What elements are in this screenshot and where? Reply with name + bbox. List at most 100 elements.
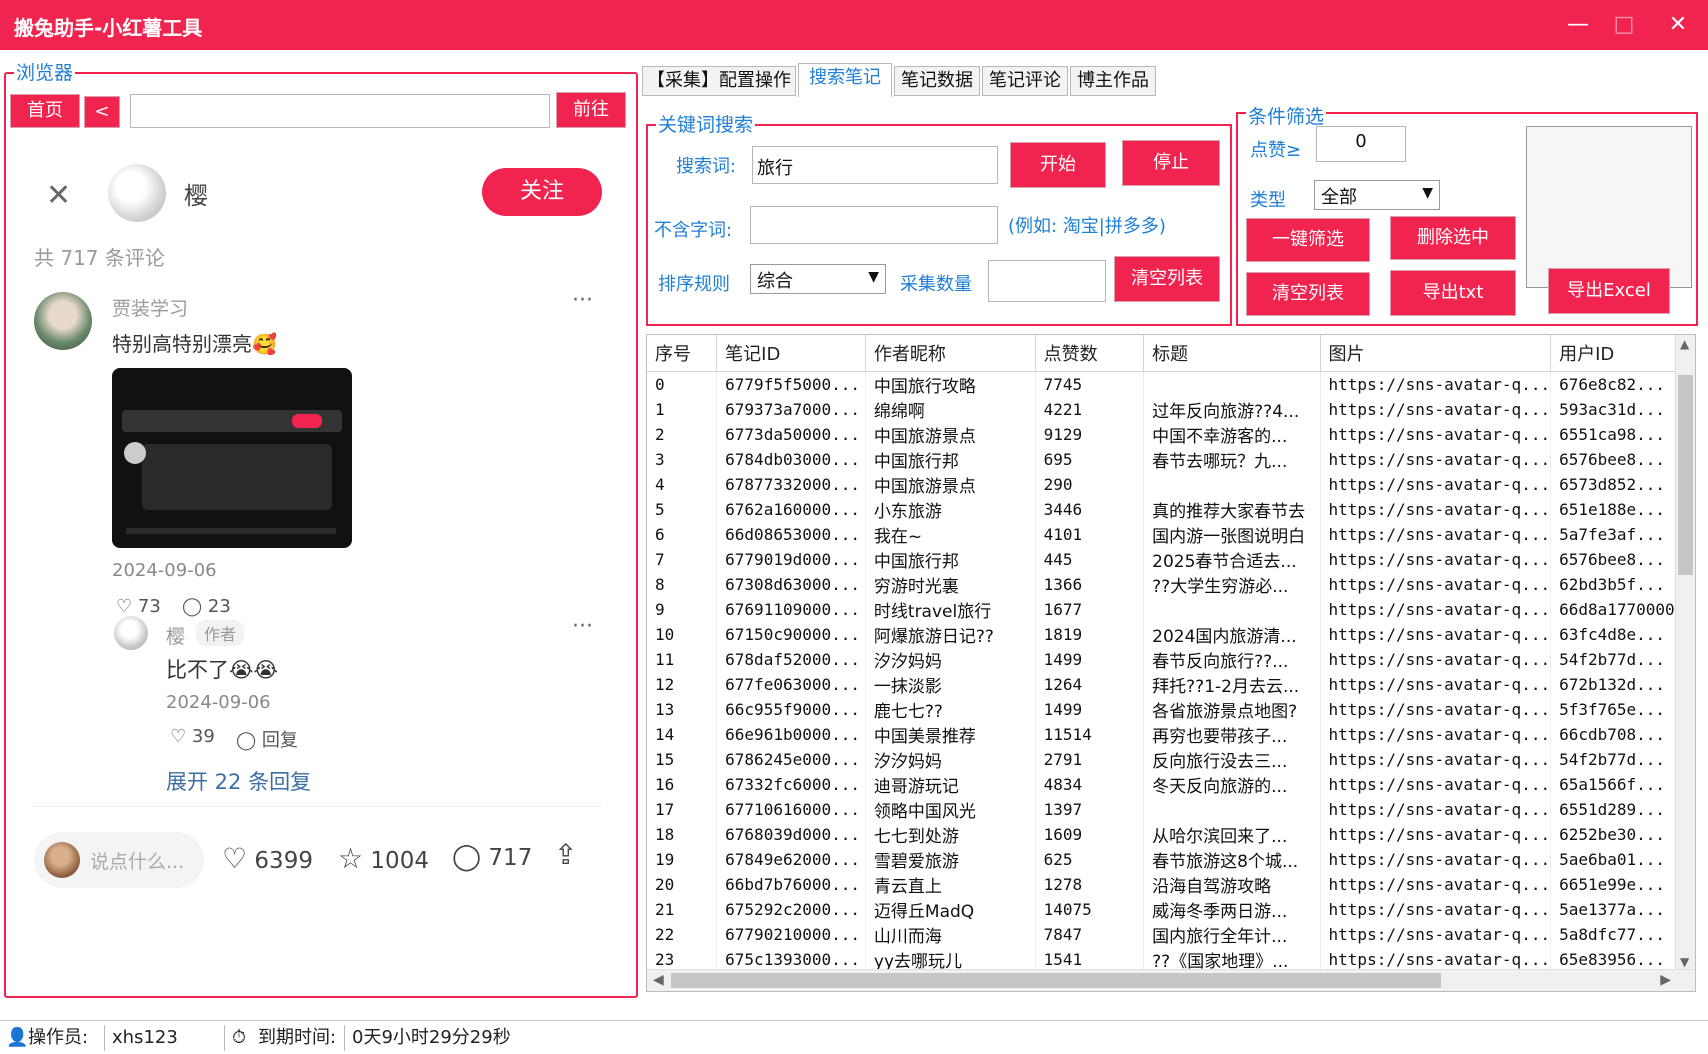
commenter-name[interactable]: 贾装学习 [112, 294, 188, 321]
table-cell[interactable]: 66d8a177000000 [1550, 596, 1695, 622]
table-row[interactable]: 1 679373a7000... 绵绵啊 4221 过年反向旅游??4... https:… [647, 396, 1695, 422]
table-row[interactable]: 15 6786245e000... 汐汐妈妈 2791 反向旅行没去三... https:… [647, 746, 1695, 772]
column-header[interactable]: 序号 [647, 335, 718, 372]
column-header[interactable]: 点赞数 [1035, 335, 1145, 372]
column-header[interactable]: 作者昵称 [865, 335, 1036, 372]
table-cell[interactable]: 2025春节合适去... [1143, 546, 1321, 572]
table-cell[interactable]: 290 [1035, 471, 1145, 497]
expand-replies-link[interactable]: 展开 22 条回复 [166, 766, 311, 796]
table-cell[interactable]: 6576bee8... [1550, 546, 1695, 572]
table-cell[interactable]: 中国旅游景点 [865, 471, 1036, 497]
table-cell[interactable]: 2791 [1035, 746, 1145, 772]
table-cell[interactable]: 62bd3b5f... [1550, 571, 1695, 597]
table-cell[interactable]: 9 [647, 596, 718, 622]
table-cell[interactable]: 山川而海 [865, 921, 1036, 947]
likes-filter-input[interactable]: 0 [1316, 126, 1406, 162]
table-cell[interactable]: 678daf52000... [716, 646, 866, 672]
table-cell[interactable]: 领略中国风光 [865, 796, 1036, 822]
tab-blogger-works[interactable]: 博主作品 [1070, 66, 1156, 96]
table-cell[interactable]: 6 [647, 521, 718, 547]
table-row[interactable]: 10 67150c90000... 阿爆旅游日记?? 1819 2024国内旅游清...… [647, 621, 1695, 647]
table-cell[interactable]: 9129 [1035, 421, 1145, 447]
table-row[interactable]: 2 6773da50000... 中国旅游景点 9129 中国不幸游客的... https… [647, 421, 1695, 447]
table-cell[interactable]: 5 [647, 496, 718, 522]
table-cell[interactable]: 66c955f9000... [716, 696, 866, 722]
table-cell[interactable]: 65e83956... [1550, 946, 1695, 972]
reply-more-icon[interactable]: ··· [572, 614, 593, 639]
table-row[interactable]: 21 675292c2000... 迈得丘MadQ 14075 威海冬季两日游... ht… [647, 896, 1695, 922]
table-cell[interactable]: 6773da50000... [716, 421, 866, 447]
maximize-button[interactable]: □ [1604, 8, 1644, 42]
table-row[interactable]: 0 6779f5f5000... 中国旅行攻略 7745 https://sns-ava… [647, 371, 1695, 397]
table-cell[interactable]: 67790210000... [716, 921, 866, 947]
minimize-button[interactable]: — [1558, 8, 1598, 42]
table-cell[interactable]: 阿爆旅游日记?? [865, 621, 1036, 647]
home-button[interactable]: 首页 [10, 94, 80, 128]
table-cell[interactable]: 真的推荐大家春节去 [1143, 496, 1321, 522]
scroll-down-icon[interactable]: ▼ [1680, 955, 1689, 969]
table-row[interactable]: 9 67691109000... 时线travel旅行 1677 https://sns… [647, 596, 1695, 622]
table-cell[interactable]: 6762a160000... [716, 496, 866, 522]
table-cell[interactable] [1143, 471, 1321, 497]
table-cell[interactable]: https://sns-avatar-q... [1320, 546, 1552, 572]
table-cell[interactable]: 6576bee8... [1550, 446, 1695, 472]
table-cell[interactable]: https://sns-avatar-q... [1320, 596, 1552, 622]
reply-avatar[interactable] [114, 616, 148, 650]
tab-config[interactable]: 【采集】配置操作 [642, 66, 796, 96]
table-cell[interactable]: 67849e62000... [716, 846, 866, 872]
tab-note-comments[interactable]: 笔记评论 [982, 66, 1068, 96]
table-cell[interactable]: 中国旅行攻略 [865, 371, 1036, 397]
table-cell[interactable]: ??《国家地理》... [1143, 946, 1321, 972]
table-cell[interactable]: 5ae1377a... [1550, 896, 1695, 922]
table-cell[interactable]: 6252be30... [1550, 821, 1695, 847]
table-cell[interactable]: 时线travel旅行 [865, 596, 1036, 622]
table-cell[interactable]: 54f2b77d... [1550, 646, 1695, 672]
table-cell[interactable]: 一抹淡影 [865, 671, 1036, 697]
table-cell[interactable]: 14075 [1035, 896, 1145, 922]
table-cell[interactable]: https://sns-avatar-q... [1320, 921, 1552, 947]
column-header[interactable]: 标题 [1143, 335, 1321, 372]
table-cell[interactable]: 19 [647, 846, 718, 872]
note-star-button[interactable]: ☆ 1004 [338, 842, 429, 875]
table-cell[interactable]: 3 [647, 446, 718, 472]
go-button[interactable]: 前往 [556, 92, 626, 128]
table-cell[interactable]: 反向旅行没去三... [1143, 746, 1321, 772]
table-cell[interactable]: 67877332000... [716, 471, 866, 497]
table-row[interactable]: 22 67790210000... 山川而海 7847 国内旅行全年计... https:… [647, 921, 1695, 947]
scroll-right-icon[interactable]: ▶ [1660, 972, 1671, 988]
table-cell[interactable]: https://sns-avatar-q... [1320, 646, 1552, 672]
column-header[interactable]: 用户ID [1550, 335, 1695, 372]
column-header[interactable]: 图片 [1320, 335, 1552, 372]
table-cell[interactable]: 从哈尔滨回来了... [1143, 821, 1321, 847]
table-cell[interactable]: https://sns-avatar-q... [1320, 946, 1552, 972]
table-cell[interactable]: 4101 [1035, 521, 1145, 547]
one-key-filter-button[interactable]: 一键筛选 [1246, 218, 1370, 262]
table-cell[interactable]: 7 [647, 546, 718, 572]
table-cell[interactable]: 0 [647, 371, 718, 397]
table-cell[interactable]: 4 [647, 471, 718, 497]
table-cell[interactable]: 5f3f765e... [1550, 696, 1695, 722]
commenter-avatar[interactable] [34, 292, 92, 350]
table-cell[interactable]: 651e188e... [1550, 496, 1695, 522]
reply-like-button[interactable]: ♡ 39 [170, 726, 215, 747]
table-cell[interactable]: 中国不幸游客的... [1143, 421, 1321, 447]
table-cell[interactable]: https://sns-avatar-q... [1320, 846, 1552, 872]
table-cell[interactable]: 7745 [1035, 371, 1145, 397]
table-cell[interactable]: 1541 [1035, 946, 1145, 972]
table-cell[interactable]: 汐汐妈妈 [865, 646, 1036, 672]
follow-button[interactable]: 关注 [482, 168, 602, 216]
table-cell[interactable]: https://sns-avatar-q... [1320, 696, 1552, 722]
table-cell[interactable]: https://sns-avatar-q... [1320, 471, 1552, 497]
table-cell[interactable]: 5ae6ba01... [1550, 846, 1695, 872]
table-cell[interactable]: 6779f5f5000... [716, 371, 866, 397]
table-cell[interactable]: 677fe063000... [716, 671, 866, 697]
table-cell[interactable]: 4221 [1035, 396, 1145, 422]
table-cell[interactable]: 国内游一张图说明白 [1143, 521, 1321, 547]
table-cell[interactable]: 695 [1035, 446, 1145, 472]
table-cell[interactable]: https://sns-avatar-q... [1320, 371, 1552, 397]
table-cell[interactable]: 过年反向旅游??4... [1143, 396, 1321, 422]
table-cell[interactable]: 雪碧爱旅游 [865, 846, 1036, 872]
table-cell[interactable]: https://sns-avatar-q... [1320, 871, 1552, 897]
table-cell[interactable]: 1264 [1035, 671, 1145, 697]
vertical-scrollbar[interactable]: ▲ ▼ [1675, 335, 1695, 971]
